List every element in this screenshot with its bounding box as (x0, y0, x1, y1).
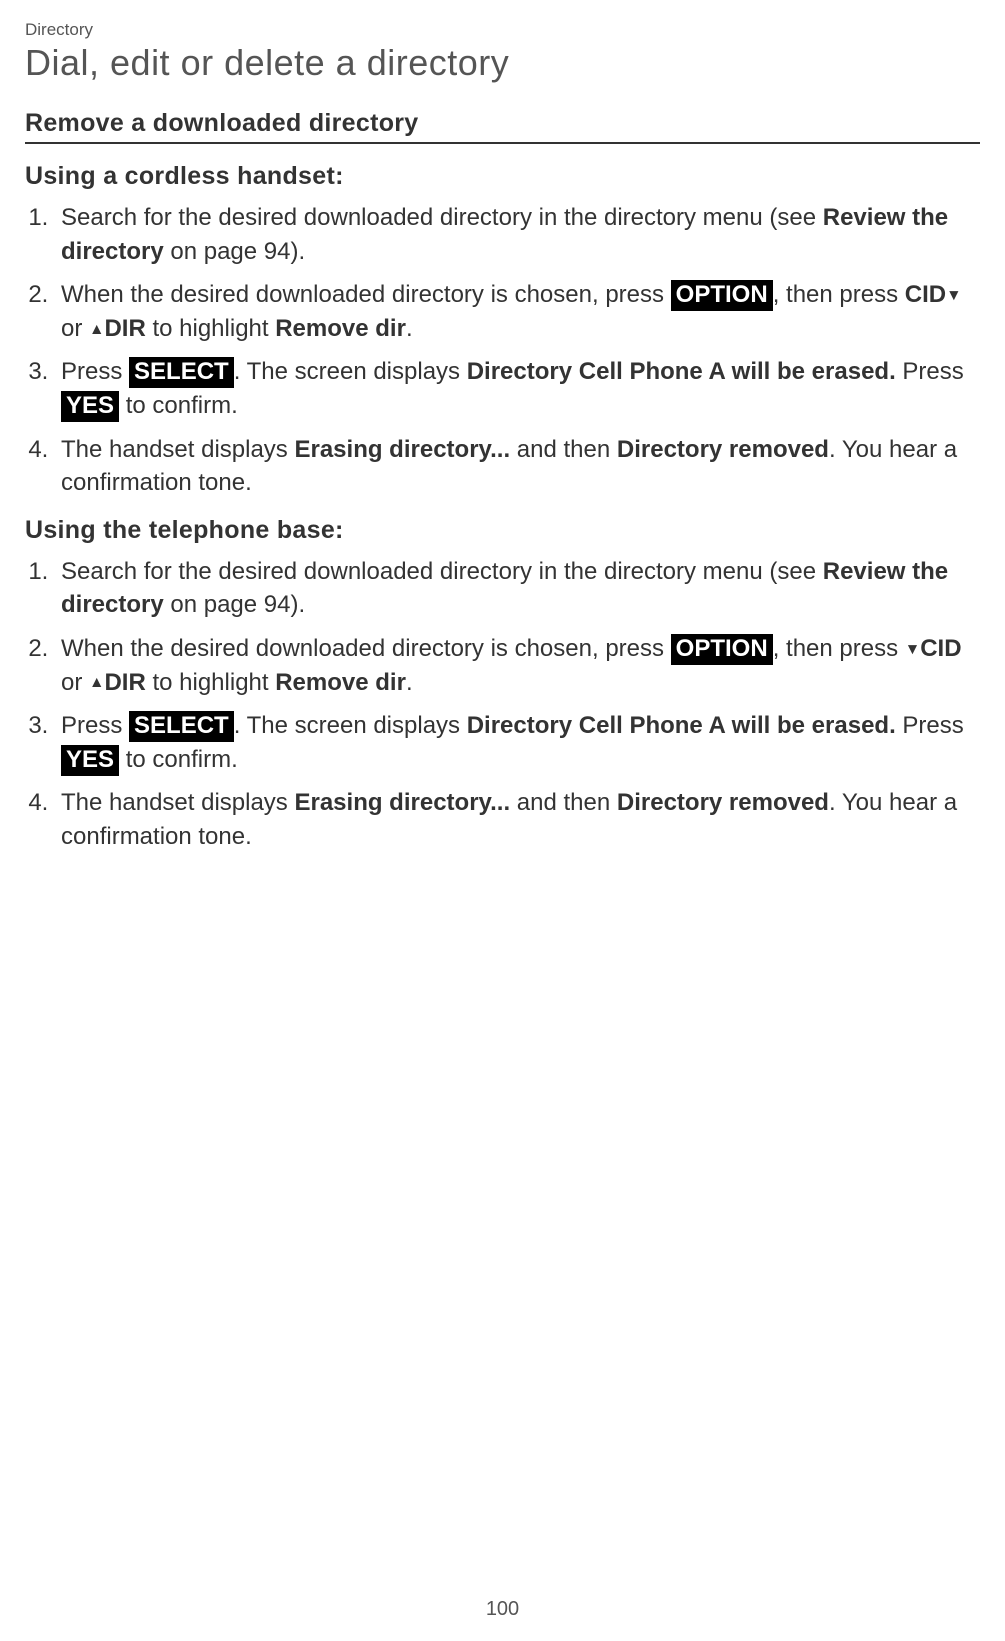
removed-message: Directory removed (617, 436, 829, 463)
base-step-1: Search for the desired downloaded direct… (55, 555, 980, 622)
base-heading: Using the telephone base: (25, 516, 980, 545)
text: on page 94). (164, 591, 305, 618)
text: or (61, 669, 89, 696)
remove-dir-option: Remove dir (275, 315, 406, 342)
erasing-message: Erasing directory... (294, 436, 510, 463)
select-button: SELECT (129, 357, 234, 388)
text: , then press (773, 281, 905, 308)
handset-step-2: When the desired downloaded directory is… (55, 278, 980, 345)
text: The handset displays (61, 789, 294, 816)
up-arrow-icon (89, 315, 104, 342)
erase-message: Directory Cell Phone A will be erased. (467, 712, 896, 739)
yes-button: YES (61, 745, 119, 776)
handset-step-4: The handset displays Erasing directory..… (55, 433, 980, 500)
option-button: OPTION (671, 280, 773, 311)
text: Search for the desired downloaded direct… (61, 204, 823, 231)
base-step-3: Press SELECT. The screen displays Direct… (55, 709, 980, 776)
dir-key: DIR (104, 315, 145, 342)
text: , then press (773, 635, 905, 662)
text: and then (510, 789, 617, 816)
handset-step-3: Press SELECT. The screen displays Direct… (55, 355, 980, 422)
text: to confirm. (119, 392, 238, 419)
yes-button: YES (61, 391, 119, 422)
text: to confirm. (119, 746, 238, 773)
cid-key: CID (905, 281, 946, 308)
text: . (406, 315, 413, 342)
text: . (406, 669, 413, 696)
text: . The screen displays (234, 712, 467, 739)
handset-step-1: Search for the desired downloaded direct… (55, 201, 980, 268)
text: Press (61, 712, 129, 739)
removed-message: Directory removed (617, 789, 829, 816)
remove-dir-option: Remove dir (275, 669, 406, 696)
handset-heading: Using a cordless handset: (25, 162, 980, 191)
select-button: SELECT (129, 711, 234, 742)
text: and then (510, 436, 617, 463)
text: When the desired downloaded directory is… (61, 635, 671, 662)
handset-steps: Search for the desired downloaded direct… (55, 201, 980, 500)
down-arrow-icon (946, 281, 961, 308)
page-title: Dial, edit or delete a directory (25, 42, 980, 84)
up-arrow-icon (89, 669, 104, 696)
cid-key: CID (920, 635, 961, 662)
erasing-message: Erasing directory... (294, 789, 510, 816)
section-heading: Remove a downloaded directory (25, 109, 980, 144)
chapter-title: Directory (25, 20, 980, 40)
text: to highlight (146, 315, 275, 342)
down-arrow-icon (905, 635, 920, 662)
text: or (61, 315, 89, 342)
text: Press (896, 712, 964, 739)
text: to highlight (146, 669, 275, 696)
text: When the desired downloaded directory is… (61, 281, 671, 308)
text: The handset displays (61, 436, 294, 463)
base-step-2: When the desired downloaded directory is… (55, 632, 980, 699)
erase-message: Directory Cell Phone A will be erased. (467, 358, 896, 385)
text: on page 94). (164, 238, 305, 265)
option-button: OPTION (671, 634, 773, 665)
base-step-4: The handset displays Erasing directory..… (55, 786, 980, 853)
dir-key: DIR (104, 669, 145, 696)
text: Press (896, 358, 964, 385)
page-number: 100 (486, 1598, 519, 1621)
text: . The screen displays (234, 358, 467, 385)
base-steps: Search for the desired downloaded direct… (55, 555, 980, 854)
text: Press (61, 358, 129, 385)
text: Search for the desired downloaded direct… (61, 558, 823, 585)
